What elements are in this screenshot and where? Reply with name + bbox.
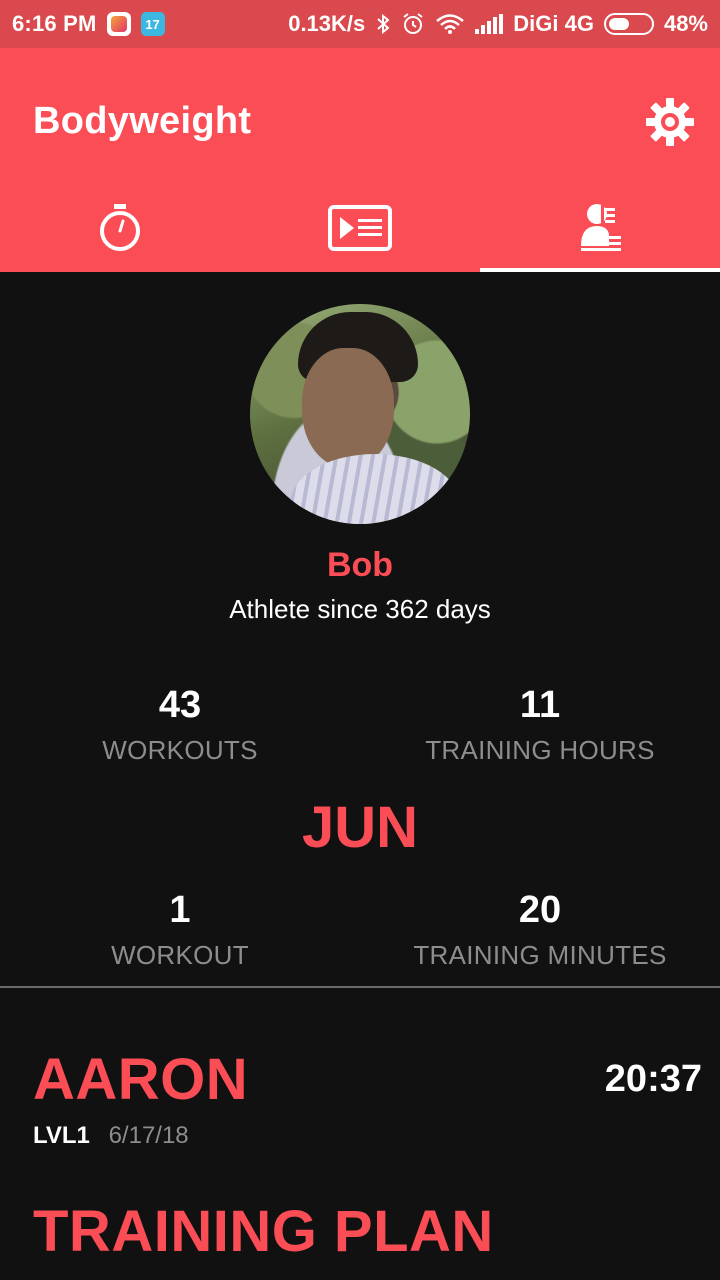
stopwatch-icon (100, 204, 140, 251)
avatar-face (302, 348, 394, 468)
calendar-notification-icon: 17 (140, 12, 165, 36)
stat-value: 20 (518, 889, 562, 931)
profile-icon (581, 204, 621, 251)
tab-selected-indicator (480, 268, 720, 272)
stat-label: WORKOUTS (102, 735, 258, 765)
app-bar: Bodyweight (0, 48, 720, 272)
profile-name: Bob (326, 546, 394, 584)
stat-label: TRAINING MINUTES (413, 940, 667, 970)
bluetooth-icon (377, 13, 390, 35)
workout-level: LVL1 (33, 1122, 90, 1149)
app-notification-icon (106, 12, 131, 36)
workout-list-icon (328, 205, 392, 251)
workout-date: 6/17/18 (108, 1122, 189, 1149)
last-workout-name[interactable]: AARON (33, 1046, 248, 1113)
settings-gear-icon[interactable] (644, 96, 696, 148)
status-time: 6:16 PM (12, 11, 97, 36)
carrier-name: DiGi 4G (513, 11, 594, 36)
stat-label: WORKOUT (111, 940, 249, 970)
avatar[interactable] (250, 304, 470, 524)
avatar-shirt (290, 454, 460, 524)
stat-total-workouts: 43 WORKOUTS (0, 684, 360, 766)
battery-icon (603, 13, 654, 35)
month-heading: JUN (301, 795, 419, 860)
tab-bar (0, 184, 720, 272)
stat-total-hours: 11 TRAINING HOURS (360, 684, 720, 766)
network-speed: 0.13K/s (288, 11, 366, 36)
wifi-icon (436, 14, 465, 34)
stat-value: 1 (169, 889, 191, 931)
app-title: Bodyweight (33, 100, 252, 142)
tab-workouts[interactable] (240, 184, 480, 272)
training-plan-heading[interactable]: TRAINING PLAN (33, 1198, 494, 1265)
last-workout-duration: 20:37 (604, 1058, 702, 1100)
alarm-icon (403, 13, 423, 34)
signal-icon (475, 14, 504, 34)
battery-percent: 48% (663, 11, 708, 36)
stat-month-minutes: 20 TRAINING MINUTES (360, 889, 720, 971)
stat-value: 43 (158, 684, 202, 726)
stat-month-workouts: 1 WORKOUT (0, 889, 360, 971)
last-workout-meta: LVL1 6/17/18 (33, 1122, 189, 1150)
athlete-since: Athlete since 362 days (229, 594, 491, 624)
stat-label: TRAINING HOURS (425, 735, 655, 765)
section-divider (0, 986, 720, 988)
tab-timer[interactable] (0, 184, 240, 272)
status-bar: 6:16 PM 17 0.13K/s DiGi 4G 48% (0, 0, 720, 48)
tab-profile[interactable] (480, 184, 720, 272)
stat-value: 11 (519, 684, 561, 726)
